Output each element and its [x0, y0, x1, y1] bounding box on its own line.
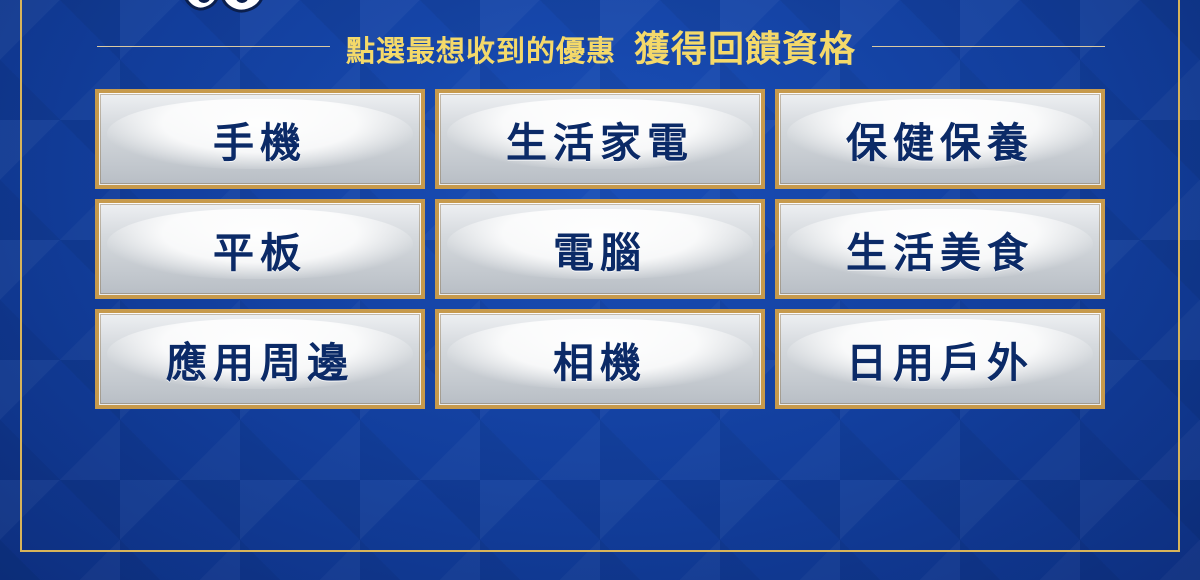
- heading-divider-right: [872, 45, 1105, 47]
- heading-text: 點選最想收到的優惠 獲得回饋資格: [330, 20, 872, 72]
- section-heading: 點選最想收到的優惠 獲得回饋資格: [97, 18, 1105, 74]
- category-button-computer[interactable]: 電腦: [435, 199, 765, 299]
- category-button-outdoor[interactable]: 日用戶外: [775, 309, 1105, 409]
- heading-instruction: 點選最想收到的優惠: [345, 34, 616, 68]
- category-button-tablet[interactable]: 平板: [95, 199, 425, 299]
- category-label: 日用戶外: [846, 339, 1034, 387]
- category-label: 保健保養: [846, 119, 1034, 167]
- category-label: 平板: [213, 229, 307, 277]
- category-label: 手機: [213, 119, 307, 167]
- category-grid: 手機 生活家電 保健保養 平板 電腦 生活美食 應用周邊 相機 日用戶外: [95, 89, 1105, 409]
- category-label: 生活美食: [846, 229, 1034, 277]
- category-label: 相機: [553, 339, 647, 387]
- mascot-fragment-icon: [184, 0, 263, 13]
- category-button-accessories[interactable]: 應用周邊: [95, 309, 425, 409]
- category-button-camera[interactable]: 相機: [435, 309, 765, 409]
- category-button-food[interactable]: 生活美食: [775, 199, 1105, 299]
- heading-emphasis: 獲得回饋資格: [634, 29, 857, 70]
- heading-divider-left: [97, 45, 330, 47]
- category-button-phone[interactable]: 手機: [95, 89, 425, 189]
- category-button-home-appliances[interactable]: 生活家電: [435, 89, 765, 189]
- category-label: 生活家電: [506, 119, 694, 167]
- category-label: 應用周邊: [166, 339, 354, 387]
- category-label: 電腦: [553, 229, 647, 277]
- category-button-health-care[interactable]: 保健保養: [775, 89, 1105, 189]
